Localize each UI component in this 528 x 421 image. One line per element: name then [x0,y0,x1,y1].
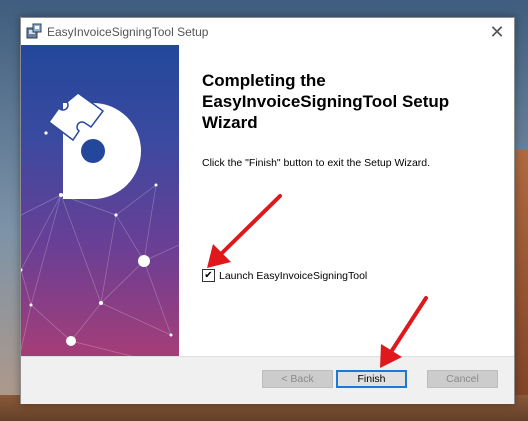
title-bar[interactable]: EasyInvoiceSigningTool Setup ✕ [21,18,514,46]
installer-icon [26,23,42,39]
close-icon: ✕ [489,21,505,42]
heading-line-1: Completing the [202,71,326,90]
window-title: EasyInvoiceSigningTool Setup [47,25,209,39]
checkmark-icon: ✔ [204,269,213,281]
network-graphic [21,92,179,356]
heading-line-3: Wizard [202,113,258,132]
heading-line-2: EasyInvoiceSigningTool Setup [202,92,450,111]
button-bar: < Back Finish Cancel [21,356,514,404]
launch-checkbox-label[interactable]: Launch EasyInvoiceSigningTool [219,270,367,282]
back-button[interactable]: < Back [262,370,333,388]
close-button[interactable]: ✕ [480,18,514,46]
setup-wizard-window: EasyInvoiceSigningTool Setup ✕ Completin… [20,17,515,404]
cancel-button[interactable]: Cancel [427,370,498,388]
wizard-description: Click the "Finish" button to exit the Se… [202,157,431,169]
launch-checkbox[interactable]: ✔ [202,269,215,282]
launch-option[interactable]: ✔ Launch EasyInvoiceSigningTool [202,269,367,282]
wizard-banner-image [21,45,179,356]
page-heading: Completing the EasyInvoiceSigningTool Se… [202,70,502,133]
finish-button[interactable]: Finish [336,370,407,388]
